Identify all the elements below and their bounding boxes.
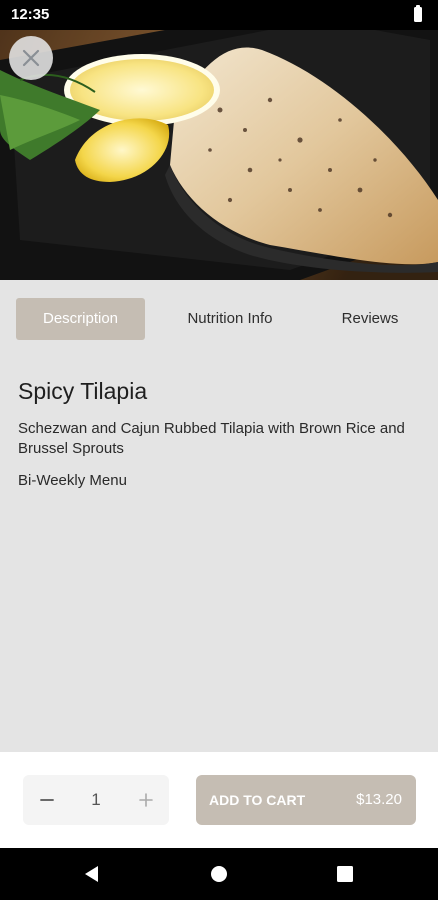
purchase-bar: 1 ADD TO CART $13.20 [0,752,438,848]
minus-icon [40,799,54,801]
home-icon [211,866,227,882]
add-to-cart-label: ADD TO CART [209,792,306,808]
quantity-value: 1 [91,790,101,809]
tab-bar: Description Nutrition Info Reviews [0,298,438,340]
tab-nutrition-info[interactable]: Nutrition Info [166,298,294,340]
plus-icon [139,793,153,807]
product-image [0,0,438,280]
home-button[interactable] [189,848,249,900]
recents-icon [337,866,353,882]
back-button[interactable] [62,848,122,900]
menu-label: Bi-Weekly Menu [18,472,127,489]
decrement-button[interactable] [25,775,69,825]
system-nav-bar [0,848,438,900]
cart-price: $13.20 [356,791,402,808]
back-icon [85,866,98,882]
product-description: Schezwan and Cajun Rubbed Tilapia with B… [18,420,405,457]
quantity-stepper: 1 [23,775,169,825]
battery-icon [414,5,422,22]
status-bar: 12:35 [0,0,438,30]
tab-reviews[interactable]: Reviews [316,298,424,340]
increment-button[interactable] [124,775,168,825]
close-button[interactable] [9,36,53,80]
product-title: Spicy Tilapia [18,378,148,404]
tab-description[interactable]: Description [16,298,145,340]
recents-button[interactable] [315,848,375,900]
food-photo [0,0,438,280]
close-icon [22,49,40,67]
add-to-cart-button[interactable]: ADD TO CART $13.20 [196,775,416,825]
status-time: 12:35 [11,6,50,23]
